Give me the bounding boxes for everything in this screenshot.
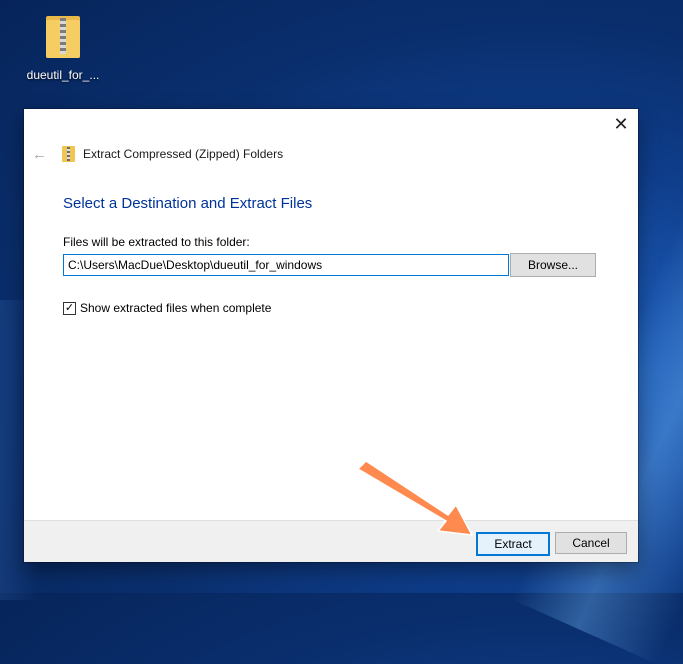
- cancel-button[interactable]: Cancel: [555, 532, 627, 554]
- desktop-icon-label: dueutil_for_...: [26, 68, 100, 82]
- show-files-option[interactable]: ✓ Show extracted files when complete: [63, 301, 271, 315]
- desktop-zip-file[interactable]: dueutil_for_...: [18, 14, 108, 82]
- show-files-label: Show extracted files when complete: [80, 301, 272, 315]
- close-icon[interactable]: ✕: [604, 109, 638, 139]
- extract-button[interactable]: Extract: [476, 532, 550, 556]
- back-arrow-icon[interactable]: ←: [32, 146, 48, 163]
- destination-path-input[interactable]: [63, 254, 509, 276]
- zip-folder-icon: [46, 14, 80, 58]
- dialog-title: Extract Compressed (Zipped) Folders: [83, 147, 284, 161]
- dialog-footer: Extract Cancel: [24, 520, 638, 562]
- destination-label: Files will be extracted to this folder:: [63, 235, 250, 249]
- zip-folder-icon: [62, 146, 75, 162]
- browse-button[interactable]: Browse...: [510, 253, 596, 277]
- page-heading: Select a Destination and Extract Files: [63, 195, 313, 212]
- extract-dialog: ✕ ← Extract Compressed (Zipped) Folders …: [24, 109, 638, 562]
- show-files-checkbox[interactable]: ✓: [63, 301, 76, 315]
- dialog-titlebar: ← Extract Compressed (Zipped) Folders: [24, 140, 638, 168]
